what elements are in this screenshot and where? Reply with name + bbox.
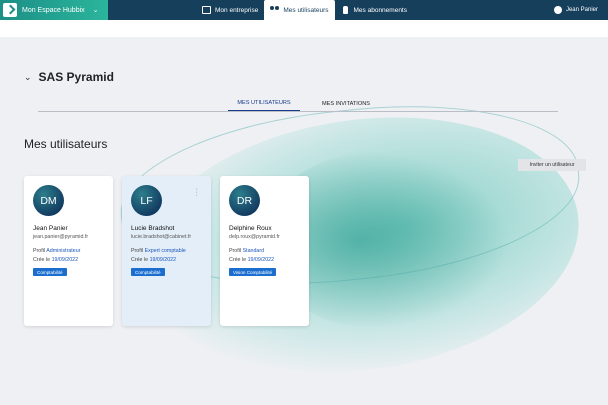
nav-item-mes-utilisateurs[interactable]: Mes utilisateurs bbox=[264, 0, 335, 20]
user-profile: Profil Administrateur bbox=[33, 248, 80, 254]
company-header[interactable]: ⌄ SAS Pyramid bbox=[24, 70, 114, 84]
module-badge: Comptabilité bbox=[131, 268, 165, 276]
user-name: Jean Panier bbox=[33, 225, 68, 232]
user-card[interactable]: DR Delphine Roux delp.roux@pyramid.fr Pr… bbox=[220, 176, 309, 326]
module-badge: Comptabilité bbox=[33, 268, 67, 276]
profile-label: Profil bbox=[33, 248, 46, 254]
avatar: DR bbox=[229, 185, 260, 216]
brand-name: Mon Espace Hubbix bbox=[22, 6, 85, 14]
user-created: Crée le 19/09/2022 bbox=[229, 257, 274, 263]
user-email: delp.roux@pyramid.fr bbox=[229, 234, 280, 240]
user-created: Crée le 19/09/2022 bbox=[131, 257, 176, 263]
profile-label: Profil bbox=[229, 248, 242, 254]
main-nav: Mon entreprise Mes utilisateurs Mes abon… bbox=[196, 0, 413, 20]
user-email: lucie.bradshot@cabinet.fr bbox=[131, 234, 192, 240]
profile-value: Administrateur bbox=[46, 248, 81, 254]
module-badge: Vision Comptabilité bbox=[229, 268, 277, 276]
user-email: jean.panier@pyramid.fr bbox=[33, 234, 89, 240]
tab-bar: MES UTILISATEURS MES INVITATIONS bbox=[38, 96, 558, 112]
chevron-down-icon[interactable]: ⌄ bbox=[24, 72, 32, 83]
avatar: DM bbox=[33, 185, 64, 216]
avatar: LF bbox=[131, 185, 162, 216]
chevron-down-icon: ⌄ bbox=[92, 7, 99, 14]
building-icon bbox=[202, 6, 211, 14]
user-card[interactable]: DM Jean Panier jean.panier@pyramid.fr Pr… bbox=[24, 176, 113, 326]
user-avatar-icon bbox=[553, 6, 562, 14]
hand-icon bbox=[341, 6, 350, 14]
nav-item-label: Mes utilisateurs bbox=[283, 6, 329, 14]
tab-mes-utilisateurs[interactable]: MES UTILISATEURS bbox=[228, 96, 300, 111]
hubbix-logo-icon bbox=[3, 3, 17, 17]
more-options-icon[interactable]: · · · bbox=[196, 186, 198, 199]
profile-value: Expert comptable bbox=[144, 248, 186, 254]
nav-item-label: Mon entreprise bbox=[215, 6, 259, 14]
user-profile: Profil Standard bbox=[229, 248, 264, 254]
user-card[interactable]: LF · · · Lucie Bradshot lucie.bradshot@cab… bbox=[122, 176, 211, 326]
user-name: Jean Panier bbox=[565, 7, 598, 13]
invite-user-button[interactable]: Inviter un utilisateur bbox=[518, 159, 586, 171]
created-label: Crée le bbox=[229, 257, 247, 263]
nav-item-mes-abonnements[interactable]: Mes abonnements bbox=[335, 0, 413, 20]
tab-mes-invitations[interactable]: MES INVITATIONS bbox=[313, 96, 379, 111]
user-name: Lucie Bradshot bbox=[131, 225, 175, 232]
profile-label: Profil bbox=[131, 248, 144, 254]
created-date: 19/09/2022 bbox=[51, 257, 79, 263]
company-name: SAS Pyramid bbox=[38, 70, 114, 84]
nav-item-label: Mes abonnements bbox=[353, 6, 407, 14]
section-title: Mes utilisateurs bbox=[24, 137, 108, 151]
top-bar: Mon Espace Hubbix ⌄ Mon entreprise Mes u… bbox=[0, 0, 608, 20]
user-created: Crée le 19/09/2022 bbox=[33, 257, 78, 263]
header-band bbox=[0, 20, 608, 37]
user-name: Delphine Roux bbox=[229, 225, 272, 232]
created-date: 19/09/2022 bbox=[149, 257, 177, 263]
profile-value: Standard bbox=[242, 248, 265, 254]
created-label: Crée le bbox=[131, 257, 149, 263]
created-label: Crée le bbox=[33, 257, 51, 263]
nav-item-mon-entreprise[interactable]: Mon entreprise bbox=[196, 0, 264, 20]
users-icon bbox=[270, 6, 280, 14]
user-profile: Profil Expert comptable bbox=[131, 248, 186, 254]
user-menu[interactable]: Jean Panier bbox=[553, 0, 598, 20]
created-date: 19/09/2022 bbox=[247, 257, 275, 263]
brand-switcher[interactable]: Mon Espace Hubbix ⌄ bbox=[0, 0, 108, 20]
